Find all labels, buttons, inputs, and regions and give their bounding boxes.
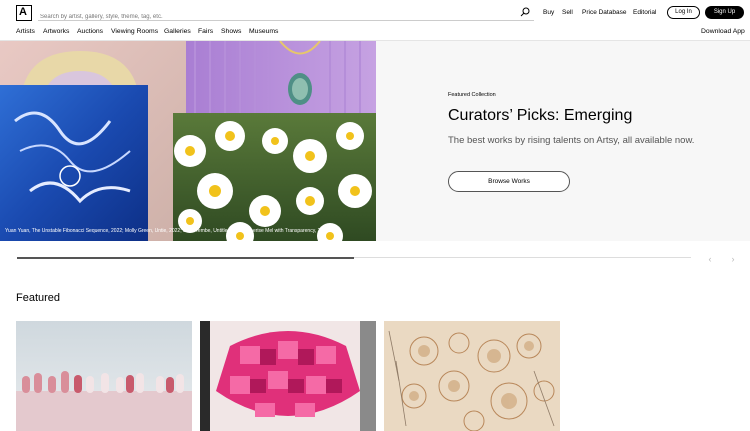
featured-card-2[interactable] — [200, 321, 376, 431]
featured-card-2-image — [200, 321, 376, 431]
browse-works-button[interactable]: Browse Works — [448, 171, 570, 192]
featured-card-3-image — [384, 321, 560, 431]
nav-galleries[interactable]: Galleries — [164, 28, 191, 35]
signup-button[interactable]: Sign Up — [705, 6, 744, 19]
hero-artwork-collage[interactable]: Yuan Yuan, The Unstable Fibonacci Sequen… — [0, 41, 376, 241]
login-button[interactable]: Log In — [667, 6, 700, 19]
nav-shows[interactable]: Shows — [221, 28, 241, 35]
nav-museums[interactable]: Museums — [249, 28, 278, 35]
nav-link-sell[interactable]: Sell — [562, 9, 573, 16]
nav-auctions[interactable]: Auctions — [77, 28, 103, 35]
nav-link-price-database[interactable]: Price Database — [582, 9, 626, 16]
artsy-logo[interactable]: A — [16, 5, 32, 21]
search-icon[interactable] — [520, 7, 530, 17]
chevron-right-icon[interactable]: › — [728, 254, 738, 264]
top-bar: A Buy Sell Price Database Editorial Log … — [0, 0, 750, 26]
nav-viewing-rooms[interactable]: Viewing Rooms — [111, 28, 158, 35]
search-bar — [38, 5, 534, 24]
hero-image-caption: Yuan Yuan, The Unstable Fibonacci Sequen… — [5, 228, 331, 234]
main-nav: Artists Artworks Auctions Viewing Rooms … — [0, 26, 750, 41]
featured-card-3[interactable] — [384, 321, 560, 431]
nav-link-editorial[interactable]: Editorial — [633, 9, 656, 16]
nav-link-buy[interactable]: Buy — [543, 9, 554, 16]
collage-artwork — [0, 41, 376, 241]
carousel-progress-fill — [17, 256, 354, 259]
nav-artworks[interactable]: Artworks — [43, 28, 69, 35]
nav-download-app[interactable]: Download App — [701, 28, 745, 35]
logo-letter: A — [19, 6, 27, 18]
featured-card-1-image — [16, 321, 192, 431]
chevron-left-icon[interactable]: ‹ — [705, 254, 715, 264]
featured-card-1[interactable] — [16, 321, 192, 431]
hero-section: Yuan Yuan, The Unstable Fibonacci Sequen… — [0, 41, 750, 241]
carousel-progress-track — [17, 256, 691, 259]
hero-eyebrow: Featured Collection — [448, 92, 496, 98]
hero-description: The best works by rising talents on Arts… — [448, 135, 695, 146]
featured-heading: Featured — [16, 292, 61, 304]
nav-fairs[interactable]: Fairs — [198, 28, 213, 35]
search-input[interactable] — [38, 10, 508, 24]
hero-title[interactable]: Curators’ Picks: Emerging — [448, 107, 632, 125]
nav-artists[interactable]: Artists — [16, 28, 35, 35]
